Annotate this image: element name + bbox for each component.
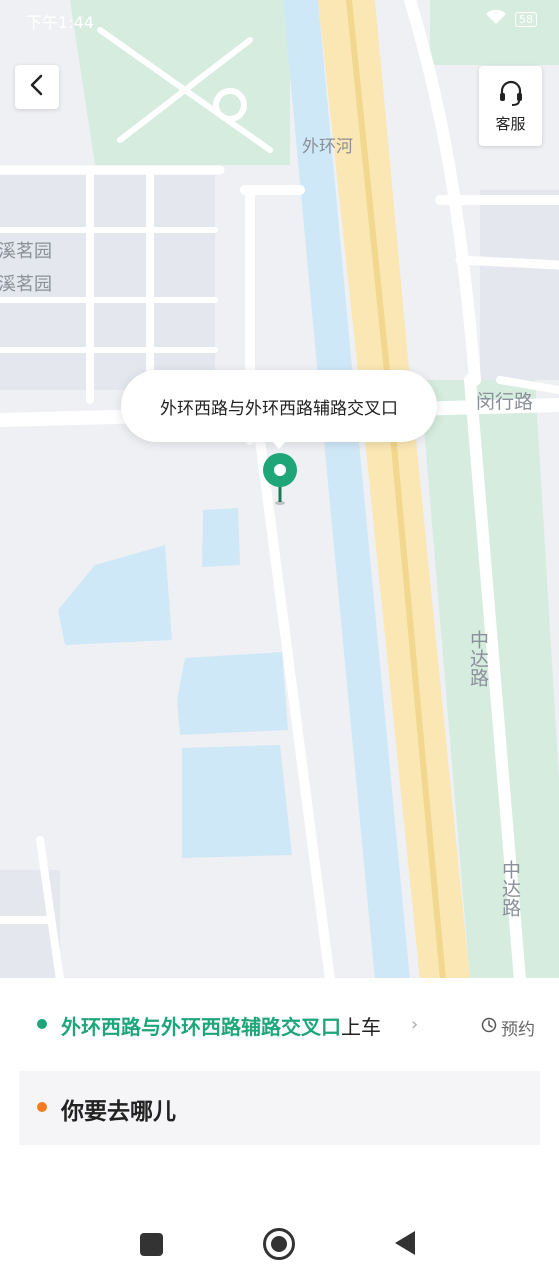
reserve-button[interactable]: 预约 — [481, 1015, 535, 1040]
location-bubble-tail — [271, 440, 287, 449]
location-bubble[interactable]: 外环西路与外环西路辅路交叉口 — [121, 370, 437, 442]
map-label-zhongda-road-1: 中达路 — [467, 630, 489, 687]
back-button[interactable] — [15, 65, 59, 109]
map-label-river: 外环河 — [302, 137, 353, 157]
home-icon — [271, 1236, 287, 1252]
destination-dot-icon — [37, 1102, 47, 1112]
nav-back-button[interactable] — [395, 1231, 415, 1255]
chevron-right-icon: › — [411, 1014, 419, 1035]
pickup-location[interactable]: 外环西路与外环西路辅路交叉口上车 — [61, 1011, 381, 1040]
battery-level: 58 — [519, 12, 533, 26]
status-time: 下午1:44 — [26, 13, 94, 32]
pickup-location-name: 外环西路与外环西路辅路交叉口 — [61, 1015, 341, 1039]
customer-service-label: 客服 — [495, 114, 526, 133]
clock-icon — [481, 1017, 497, 1038]
reserve-label: 预约 — [501, 1020, 535, 1040]
status-bar: 下午1:44 58 — [0, 0, 559, 40]
wifi-icon — [485, 9, 507, 29]
recent-apps-button[interactable] — [140, 1233, 163, 1256]
map-label-minxing-road: 闵行路 — [476, 391, 533, 413]
headset-icon — [497, 79, 525, 111]
pickup-suffix: 上车 — [341, 1015, 381, 1039]
map-label-zhongda-road-2: 中达路 — [499, 860, 521, 917]
location-bubble-text: 外环西路与外环西路辅路交叉口 — [160, 398, 398, 419]
customer-service-button[interactable]: 客服 — [479, 66, 542, 146]
destination-placeholder[interactable]: 你要去哪儿 — [61, 1092, 176, 1126]
map-label-ximing-2: 溪茗园 — [0, 274, 52, 295]
pickup-dot-icon — [37, 1019, 47, 1029]
battery-icon: 58 — [515, 11, 537, 27]
chevron-left-icon — [28, 74, 46, 100]
map-label-ximing-1: 溪茗园 — [0, 241, 52, 262]
status-icons: 58 — [485, 9, 537, 29]
location-pin-icon — [261, 452, 299, 510]
